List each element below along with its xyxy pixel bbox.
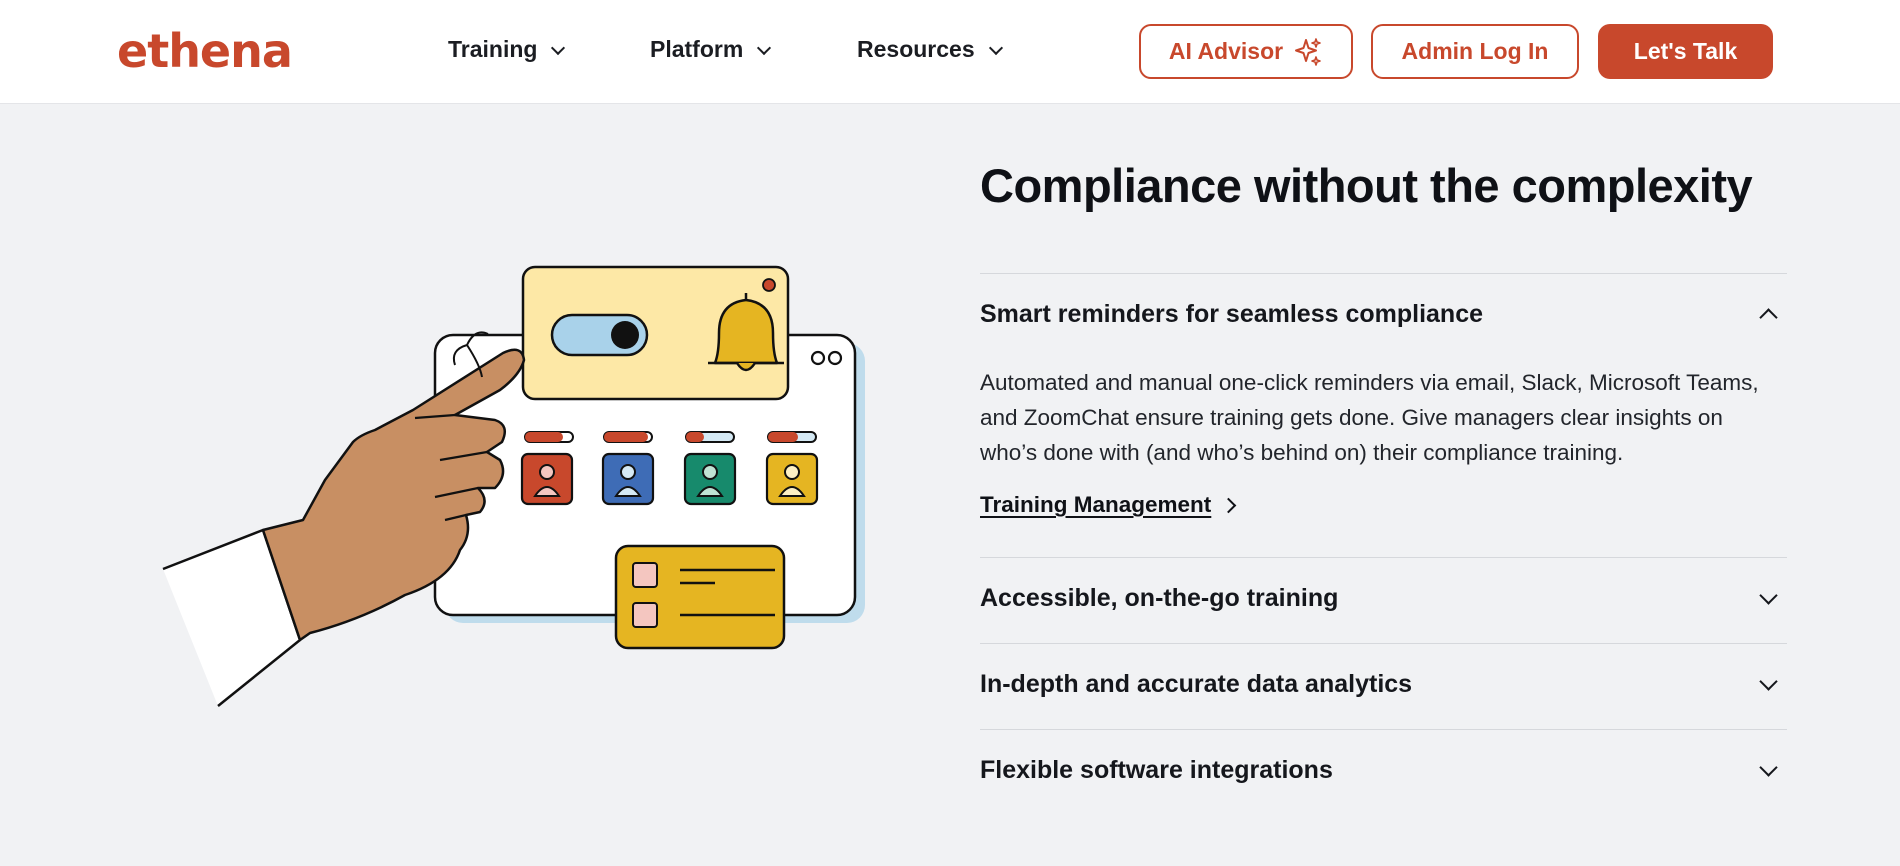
nav-resources[interactable]: Resources xyxy=(857,36,1003,63)
ai-advisor-button[interactable]: AI Advisor xyxy=(1139,24,1353,79)
chevron-right-icon xyxy=(1221,497,1237,513)
training-management-link[interactable]: Training Management xyxy=(980,492,1237,518)
nav-resources-label: Resources xyxy=(857,36,975,62)
nav-training[interactable]: Training xyxy=(448,36,566,63)
reminder-illustration xyxy=(162,265,865,707)
toggle-knob xyxy=(611,321,639,349)
accordion-header[interactable]: Accessible, on-the-go training xyxy=(980,584,1787,613)
user-tile-red xyxy=(520,431,574,506)
accordion-title: Flexible software integrations xyxy=(980,756,1333,784)
admin-login-button[interactable]: Admin Log In xyxy=(1371,24,1579,79)
lets-talk-label: Let's Talk xyxy=(1633,38,1738,64)
chevron-down-icon xyxy=(1759,672,1778,691)
checkbox-icon xyxy=(632,562,658,588)
accordion-header[interactable]: Smart reminders for seamless compliance xyxy=(980,300,1787,329)
user-tile-green xyxy=(683,431,737,506)
sparkle-icon xyxy=(1295,37,1321,66)
user-tile-blue xyxy=(601,431,655,506)
chevron-up-icon xyxy=(1759,308,1778,327)
site-header: ethena Training Platform Resources AI Ad… xyxy=(0,0,1900,104)
section-title: Compliance without the complexity xyxy=(980,159,1753,212)
chevron-down-icon xyxy=(757,40,772,55)
accordion-item-smart-reminders: Smart reminders for seamless compliance … xyxy=(980,300,1787,518)
accordion-divider xyxy=(980,729,1787,730)
accordion-body: Automated and manual one-click reminders… xyxy=(980,370,1759,465)
accordion-header[interactable]: In-depth and accurate data analytics xyxy=(980,670,1787,699)
nav-training-label: Training xyxy=(448,36,538,62)
accordion-item-data-analytics: In-depth and accurate data analytics xyxy=(980,670,1787,699)
accordion-divider xyxy=(980,273,1787,274)
chevron-down-icon xyxy=(1759,758,1778,777)
accordion-item-software-integrations: Flexible software integrations xyxy=(980,756,1787,785)
admin-login-label: Admin Log In xyxy=(1401,38,1549,64)
chevron-down-icon xyxy=(988,40,1003,55)
accordion-item-accessible-training: Accessible, on-the-go training xyxy=(980,584,1787,613)
accordion-divider xyxy=(980,557,1787,558)
accordion-title: Accessible, on-the-go training xyxy=(980,584,1339,612)
accordion-title: Smart reminders for seamless compliance xyxy=(980,300,1484,328)
chevron-down-icon xyxy=(551,40,566,55)
accordion-divider xyxy=(980,643,1787,644)
chevron-down-icon xyxy=(1759,586,1778,605)
user-tile-yellow xyxy=(765,431,819,506)
nav-platform-label: Platform xyxy=(650,36,744,62)
notification-dot xyxy=(762,278,776,292)
link-label: Training Management xyxy=(980,492,1212,517)
accordion-title: In-depth and accurate data analytics xyxy=(980,670,1413,698)
checklist-card xyxy=(614,544,786,650)
ai-advisor-label: AI Advisor xyxy=(1168,38,1284,64)
accordion-header[interactable]: Flexible software integrations xyxy=(980,756,1787,785)
lets-talk-button[interactable]: Let's Talk xyxy=(1598,24,1773,79)
ethena-logo[interactable]: ethena xyxy=(117,24,293,78)
checkbox-icon xyxy=(632,602,658,628)
nav-platform[interactable]: Platform xyxy=(650,36,772,63)
